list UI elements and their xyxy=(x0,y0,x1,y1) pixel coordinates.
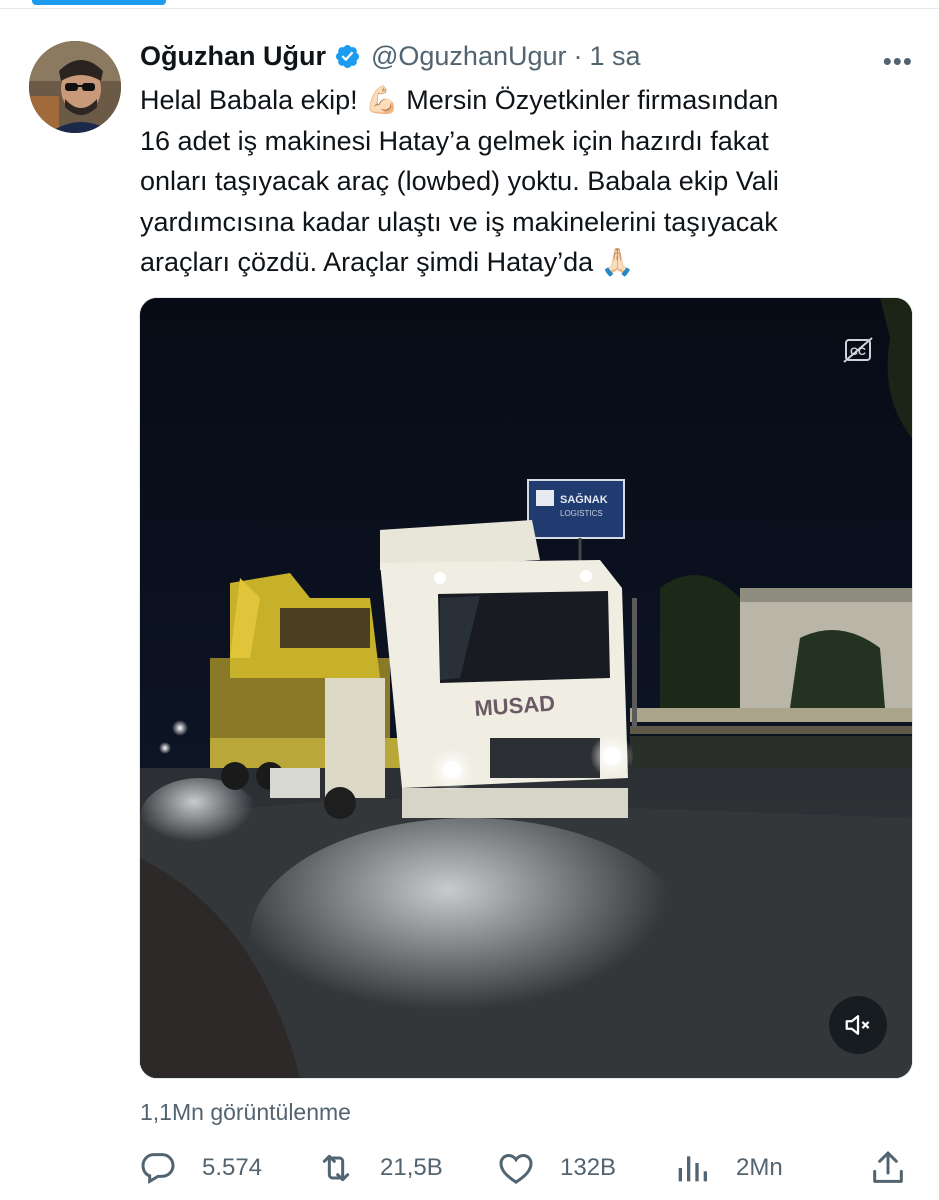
analytics-icon xyxy=(678,1156,707,1182)
more-options-icon[interactable]: ••• xyxy=(883,46,913,77)
tweet-header: Oğuzhan Uğur @OguzhanUgur · 1 sa xyxy=(140,38,641,74)
video-frame: SAĞNAK LOGISTICS MUSAD xyxy=(140,298,912,1078)
video-player[interactable]: SAĞNAK LOGISTICS MUSAD xyxy=(139,297,913,1079)
tab-indicator xyxy=(32,0,166,5)
retweet-icon xyxy=(322,1154,350,1182)
retweet-button[interactable]: 21,5B xyxy=(316,1146,443,1190)
sign-text-2: LOGISTICS xyxy=(560,509,603,518)
like-button[interactable]: 132B xyxy=(496,1146,616,1190)
retweet-count: 21,5B xyxy=(380,1154,443,1181)
closed-captions-button[interactable]: CC xyxy=(838,334,878,366)
svg-text:CC: CC xyxy=(850,346,866,358)
separator-dot: · xyxy=(573,40,583,71)
share-button[interactable] xyxy=(868,1146,908,1190)
reply-icon xyxy=(141,1153,175,1184)
tweet-text: Helal Babala ekip! 💪🏻 Mersin Özyetkinler… xyxy=(140,85,779,277)
avatar[interactable] xyxy=(29,41,121,133)
like-count: 132B xyxy=(560,1154,617,1181)
closed-captions-icon: CC xyxy=(843,337,873,363)
timestamp[interactable]: 1 sa xyxy=(590,41,641,72)
author-handle[interactable]: @OguzhanUgur xyxy=(371,41,567,72)
views-button[interactable]: 2Mn xyxy=(672,1146,783,1190)
reply-button[interactable]: 5.574 xyxy=(138,1146,262,1190)
mute-button[interactable] xyxy=(829,996,887,1054)
mute-icon xyxy=(845,1015,870,1035)
avatar-image xyxy=(29,41,121,133)
views-count: 2Mn xyxy=(736,1154,783,1181)
verified-badge-icon xyxy=(335,44,360,68)
action-bar: 5.574 21,5B 132B 2Mn xyxy=(138,1146,910,1190)
view-count: 1,1Mn görüntülenme xyxy=(140,1099,351,1125)
reply-count: 5.574 xyxy=(202,1154,263,1181)
heart-icon xyxy=(499,1153,533,1184)
sign-text-1: SAĞNAK xyxy=(560,493,608,506)
share-icon xyxy=(873,1151,903,1183)
author-name[interactable]: Oğuzhan Uğur xyxy=(140,41,326,72)
